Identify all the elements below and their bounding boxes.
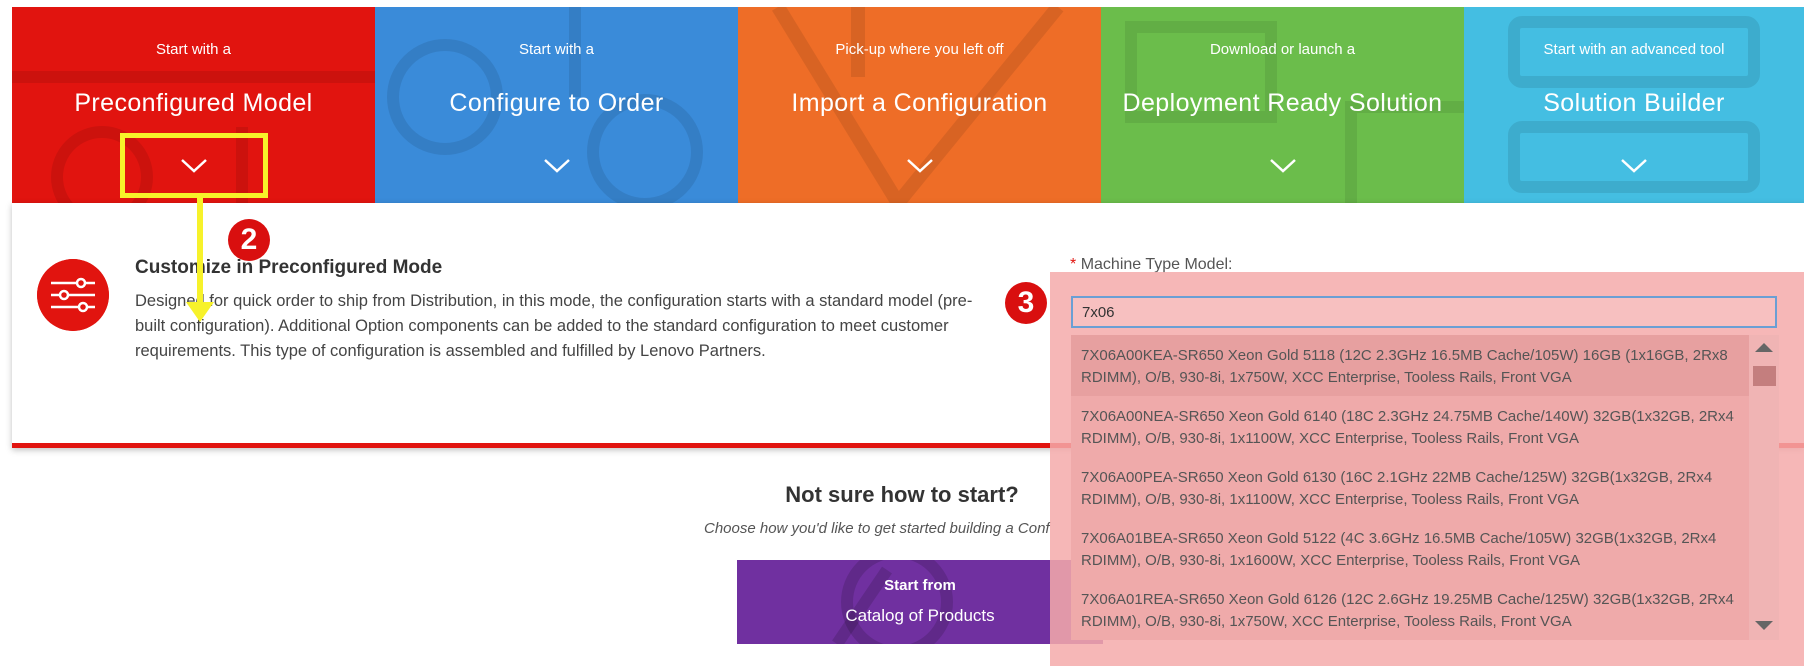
catalog-button-pattern — [832, 560, 953, 644]
tile-title: Solution Builder — [1543, 89, 1725, 117]
choose-subtext: Choose how you'd like to get started bui… — [704, 520, 1050, 537]
tile-kicker: Pick-up where you left off — [835, 41, 1004, 58]
scroll-up-arrow-icon[interactable] — [1755, 343, 1773, 352]
scroll-down-arrow-icon[interactable] — [1755, 621, 1773, 630]
chevron-down-icon[interactable] — [542, 157, 572, 175]
scrollbar-thumb[interactable] — [1753, 366, 1776, 386]
tile-title: Preconfigured Model — [74, 89, 313, 117]
machine-type-model-options: 7X06A00KEA-SR650 Xeon Gold 5118 (12C 2.3… — [1071, 335, 1749, 640]
required-mark: * — [1070, 256, 1077, 273]
list-item[interactable]: 7X06A00PEA-SR650 Xeon Gold 6130 (16C 2.1… — [1071, 457, 1749, 518]
chevron-down-icon[interactable] — [1619, 157, 1649, 175]
sliders-icon — [37, 259, 109, 331]
tile-title: Deployment Ready Solution — [1122, 89, 1443, 117]
chevron-down-icon[interactable] — [905, 157, 935, 175]
tile-solution-builder[interactable]: Start with an advanced tool Solution Bui… — [1464, 7, 1804, 203]
tile-kicker: Download or launch a — [1209, 41, 1356, 58]
tile-title: Configure to Order — [449, 89, 664, 117]
tile-kicker: Start with a — [155, 41, 232, 58]
start-from-catalog-button[interactable]: Start from Catalog of Products — [737, 560, 1103, 644]
tile-deployment-ready-solution[interactable]: Download or launch a Deployment Ready So… — [1101, 7, 1464, 203]
list-item[interactable]: 7X06A00KEA-SR650 Xeon Gold 5118 (12C 2.3… — [1071, 335, 1749, 396]
machine-type-model-input[interactable] — [1071, 296, 1777, 328]
arrow-head-icon — [186, 302, 214, 322]
chevron-down-icon[interactable] — [1268, 157, 1298, 175]
step-badge-2: 2 — [228, 219, 270, 261]
panel-description: Designed for quick order to ship from Di… — [135, 292, 973, 360]
machine-type-model-label-text: Machine Type Model: — [1080, 256, 1233, 273]
tile-import-configuration[interactable]: Pick-up where you left off Import a Conf… — [738, 7, 1101, 203]
tile-configure-to-order[interactable]: Start with a Configure to Order — [375, 7, 738, 203]
tile-kicker: Start with a — [518, 41, 595, 58]
list-item[interactable]: 7X06A01BEA-SR650 Xeon Gold 5122 (4C 3.6G… — [1071, 518, 1749, 579]
catalog-button-line2: Catalog of Products — [845, 606, 995, 625]
arrow-line — [197, 198, 203, 306]
panel-title: Customize in Preconfigured Mode — [135, 257, 443, 278]
list-item[interactable]: 7X06A01REA-SR650 Xeon Gold 6126 (12C 2.6… — [1071, 579, 1749, 640]
start-options-tiles: Start with a Preconfigured Model Start w… — [12, 7, 1804, 203]
highlight-box — [120, 133, 268, 198]
step-badge-3: 3 — [1005, 282, 1047, 324]
list-item[interactable]: 7X06A00NEA-SR650 Xeon Gold 6140 (18C 2.3… — [1071, 396, 1749, 457]
tile-kicker: Start with an advanced tool — [1543, 41, 1725, 58]
catalog-button-line1: Start from — [884, 577, 956, 594]
tile-title: Import a Configuration — [791, 89, 1048, 117]
